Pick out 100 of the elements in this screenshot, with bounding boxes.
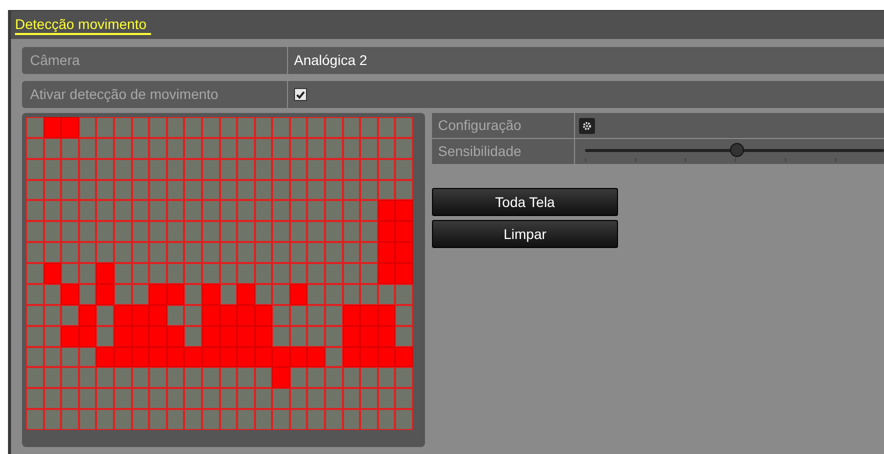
grid-cell[interactable]: [96, 117, 114, 138]
grid-cell[interactable]: [237, 180, 255, 200]
grid-cell[interactable]: [149, 158, 167, 180]
grid-cell[interactable]: [202, 138, 220, 159]
action-button[interactable]: Limpar: [432, 220, 618, 248]
grid-cell[interactable]: [220, 180, 238, 200]
grid-cell[interactable]: [307, 117, 326, 138]
grid-cell[interactable]: [237, 409, 255, 430]
grid-cell[interactable]: [220, 158, 238, 180]
grid-cell[interactable]: [114, 221, 132, 242]
grid-cell[interactable]: [307, 388, 326, 410]
grid-cell[interactable]: [342, 409, 360, 430]
grid-cell[interactable]: [166, 242, 184, 264]
grid-cell[interactable]: [254, 388, 272, 410]
grid-cell[interactable]: [114, 367, 132, 388]
grid-cell[interactable]: [78, 200, 96, 222]
grid-cell[interactable]: [26, 346, 44, 368]
grid-cell[interactable]: [61, 221, 79, 242]
grid-cell[interactable]: [272, 117, 290, 138]
grid-cell[interactable]: [378, 263, 396, 284]
grid-cell[interactable]: [61, 263, 79, 284]
grid-cell[interactable]: [96, 367, 114, 388]
grid-cell[interactable]: [96, 346, 114, 368]
grid-cell[interactable]: [61, 346, 79, 368]
grid-cell[interactable]: [220, 346, 238, 368]
grid-cell[interactable]: [342, 200, 360, 222]
grid-cell[interactable]: [237, 200, 255, 222]
grid-cell[interactable]: [26, 304, 44, 326]
grid-cell[interactable]: [26, 367, 44, 388]
grid-cell[interactable]: [395, 326, 413, 347]
grid-cell[interactable]: [96, 180, 114, 200]
grid-cell[interactable]: [166, 346, 184, 368]
grid-cell[interactable]: [44, 117, 62, 138]
grid-cell[interactable]: [342, 304, 360, 326]
grid-cell[interactable]: [96, 242, 114, 264]
grid-cell[interactable]: [132, 117, 150, 138]
grid-cell[interactable]: [342, 117, 360, 138]
grid-cell[interactable]: [290, 263, 308, 284]
grid-cell[interactable]: [184, 367, 202, 388]
grid-cell[interactable]: [254, 242, 272, 264]
grid-cell[interactable]: [61, 242, 79, 264]
grid-cell[interactable]: [166, 138, 184, 159]
grid-cell[interactable]: [149, 138, 167, 159]
grid-cell[interactable]: [202, 326, 220, 347]
grid-cell[interactable]: [220, 409, 238, 430]
grid-cell[interactable]: [272, 221, 290, 242]
grid-cell[interactable]: [360, 326, 378, 347]
grid-cell[interactable]: [254, 409, 272, 430]
grid-cell[interactable]: [26, 180, 44, 200]
grid-cell[interactable]: [220, 326, 238, 347]
grid-cell[interactable]: [114, 138, 132, 159]
grid-cell[interactable]: [26, 242, 44, 264]
grid-cell[interactable]: [184, 346, 202, 368]
grid-cell[interactable]: [254, 304, 272, 326]
grid-cell[interactable]: [325, 158, 343, 180]
grid-cell[interactable]: [272, 304, 290, 326]
grid-cell[interactable]: [132, 367, 150, 388]
grid-cell[interactable]: [378, 284, 396, 305]
checkbox[interactable]: [294, 88, 307, 101]
grid-cell[interactable]: [378, 138, 396, 159]
grid-cell[interactable]: [166, 117, 184, 138]
grid-cell[interactable]: [290, 200, 308, 222]
grid-cell[interactable]: [237, 158, 255, 180]
grid-cell[interactable]: [96, 326, 114, 347]
grid-cell[interactable]: [378, 242, 396, 264]
grid-cell[interactable]: [325, 200, 343, 222]
grid-cell[interactable]: [395, 263, 413, 284]
grid-cell[interactable]: [78, 284, 96, 305]
grid-cell[interactable]: [132, 221, 150, 242]
grid-cell[interactable]: [184, 409, 202, 430]
grid-cell[interactable]: [96, 200, 114, 222]
grid-cell[interactable]: [395, 409, 413, 430]
grid-cell[interactable]: [114, 326, 132, 347]
grid-cell[interactable]: [290, 158, 308, 180]
grid-cell[interactable]: [290, 388, 308, 410]
grid-cell[interactable]: [254, 346, 272, 368]
grid-cell[interactable]: [61, 158, 79, 180]
grid-cell[interactable]: [360, 242, 378, 264]
grid-cell[interactable]: [254, 180, 272, 200]
grid-cell[interactable]: [114, 117, 132, 138]
grid-cell[interactable]: [325, 242, 343, 264]
grid-cell[interactable]: [149, 409, 167, 430]
grid-cell[interactable]: [378, 409, 396, 430]
grid-cell[interactable]: [184, 304, 202, 326]
grid-cell[interactable]: [290, 409, 308, 430]
grid-cell[interactable]: [272, 242, 290, 264]
grid-cell[interactable]: [254, 284, 272, 305]
grid-cell[interactable]: [202, 409, 220, 430]
grid-cell[interactable]: [378, 117, 396, 138]
grid-cell[interactable]: [149, 242, 167, 264]
grid-cell[interactable]: [237, 117, 255, 138]
grid-cell[interactable]: [395, 242, 413, 264]
grid-cell[interactable]: [114, 304, 132, 326]
grid-cell[interactable]: [202, 221, 220, 242]
grid-cell[interactable]: [149, 326, 167, 347]
grid-cell[interactable]: [237, 326, 255, 347]
grid-cell[interactable]: [61, 304, 79, 326]
grid-cell[interactable]: [132, 180, 150, 200]
grid-cell[interactable]: [342, 326, 360, 347]
grid-cell[interactable]: [78, 346, 96, 368]
